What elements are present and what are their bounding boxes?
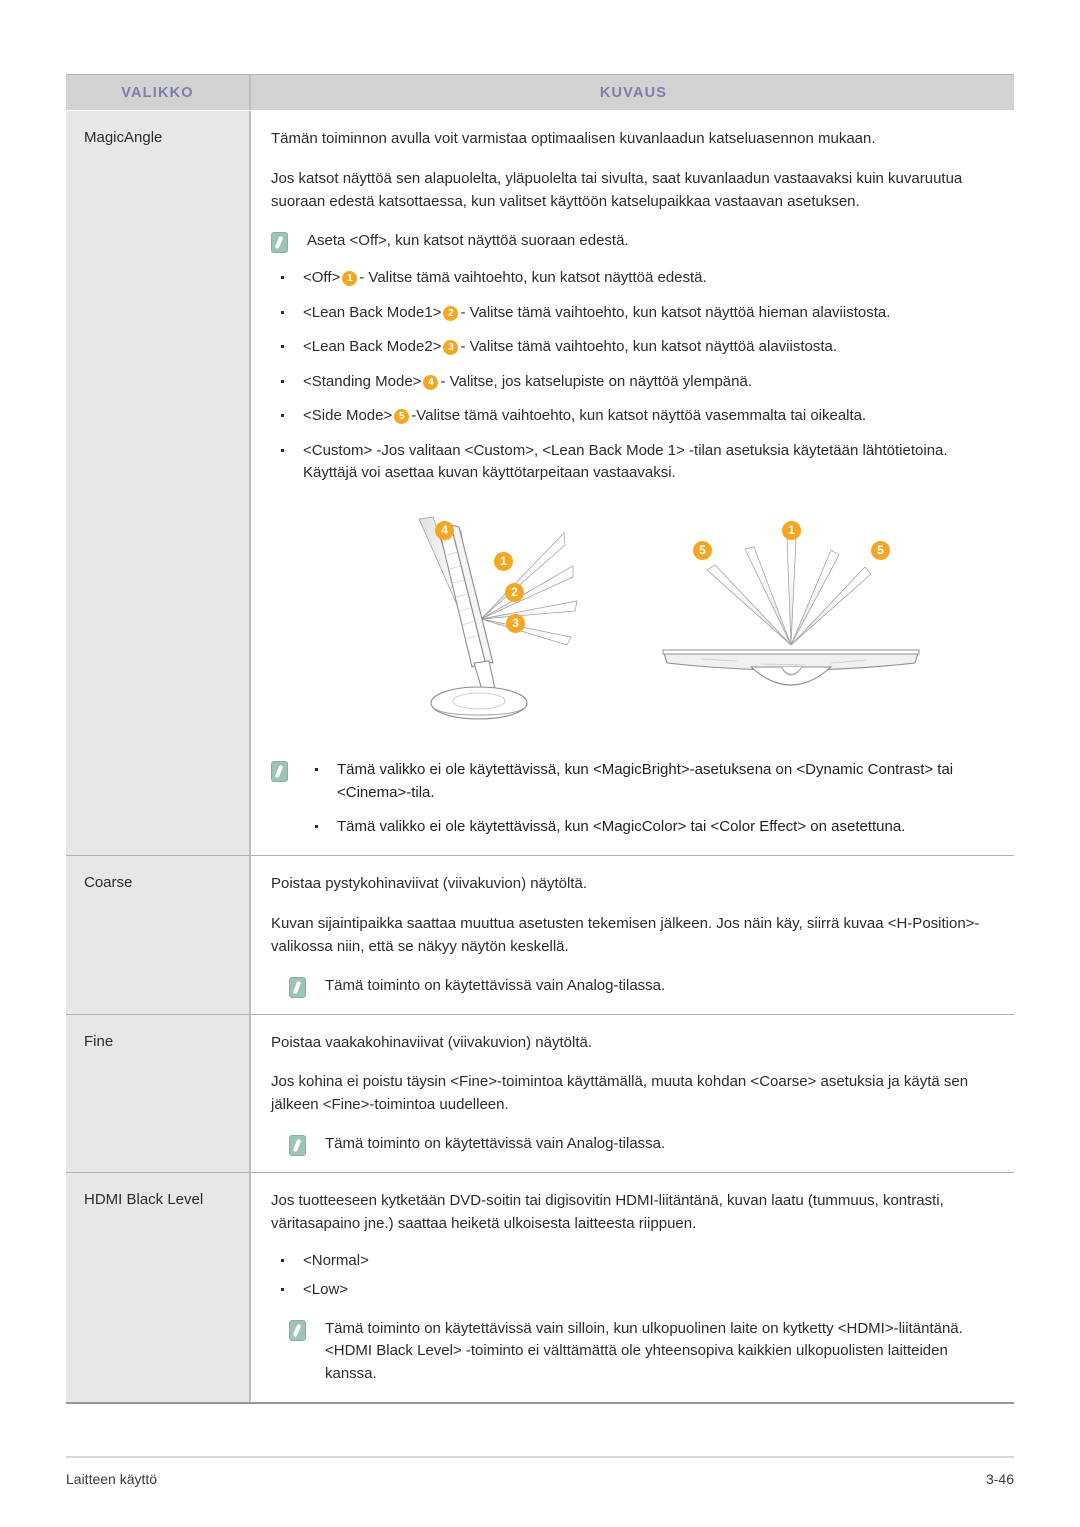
list-item: Tämä valikko ei ole käytettävissä, kun <… [307,816,996,839]
number-badge: 3 [443,340,459,356]
note-text: Tämä toiminto on käytettävissä vain Anal… [325,976,666,994]
monitor-side-view-illustration: 4 1 2 3 [389,511,639,736]
paragraph: Jos katsot näyttöä sen alapuolelta, yläp… [271,169,963,210]
footer-page-number: 3-46 [985,1471,1014,1487]
table-row: Fine Poistaa vaakakohinaviivat (viivakuv… [66,1014,1014,1174]
document-page: VALIKKO KUVAUS MagicAngle Tämän toiminno… [0,0,1080,1527]
illustration-badge-1: 1 [494,551,513,571]
note-text: Aseta <Off>, kun katsot näyttöä suoraan … [307,232,629,250]
option-text: - Valitse tämä vaihtoehto, kun katsot nä… [460,303,891,321]
note-icon [289,1135,306,1157]
note-text: Tämä toiminto on käytettävissä vain Anal… [325,1135,666,1153]
paragraph: Tämän toiminnon avulla voit varmistaa op… [271,130,876,147]
table-row: HDMI Black Level Jos tuotteeseen kytketä… [66,1173,1014,1403]
note-bullet-list: Tämä valikko ei ole käytettävissä, kun <… [307,759,996,839]
list-item: <Side Mode> 5 -Valitse tämä vaihtoehto, ku… [271,405,996,428]
list-item: <Off> 1- Valitse tämä vaihtoehto, kun kat… [271,267,996,290]
note-block: Tämä toiminto on käytettävissä vain sill… [289,1318,996,1386]
table-header-description-cell: KUVAUS [251,75,1014,110]
monitor-top-view-illustration: 5 1 5 [641,517,941,717]
number-badge: 1 [342,271,358,287]
menu-label: HDMI Black Level [84,1191,204,1209]
menu-cell-fine: Fine [66,1014,251,1173]
note-block: Tämä toiminto on käytettävissä vain Anal… [289,1133,996,1157]
option-text: -Jos valitaan <Custom>, <Lean Back Mode … [303,441,948,482]
option-name: <Lean Back Mode1> [303,303,442,321]
table-header-row: VALIKKO KUVAUS [66,75,1014,111]
menu-label: Coarse [84,874,133,892]
settings-table: VALIKKO KUVAUS MagicAngle Tämän toiminno… [66,74,1014,1405]
note-icon [289,1319,306,1341]
list-item: <Normal> [271,1250,996,1273]
illustration-badge-4: 4 [435,520,454,540]
list-item: <Lean Back Mode2> 3- Valitse tämä vaihtoe… [271,336,996,359]
note-icon [271,760,288,782]
option-name: <Lean Back Mode2> [303,338,442,356]
paragraph: Poistaa vaakakohinaviivat (viivakuvion) … [271,1033,592,1051]
description-cell-magicangle: Tämän toiminnon avulla voit varmistaa op… [251,111,1014,856]
option-name: <Side Mode> [303,407,393,425]
table-row: MagicAngle Tämän toiminnon avulla voit v… [66,111,1014,857]
magicangle-option-list: <Off> 1- Valitse tämä vaihtoehto, kun kat… [271,267,996,485]
menu-cell-magicangle: MagicAngle [66,111,251,856]
paragraph: Jos tuotteeseen kytketään DVD-soitin tai… [271,1192,944,1232]
column-header-description: KUVAUS [599,85,668,101]
hdmi-option-list: <Normal> <Low> [271,1250,996,1302]
illustration-badge-5-left: 5 [693,540,712,560]
description-cell-fine: Poistaa vaakakohinaviivat (viivakuvion) … [251,1014,1014,1173]
illustration-badge-2: 2 [505,582,524,602]
list-item: Tämä valikko ei ole käytettävissä, kun <… [307,759,996,805]
magicangle-illustration: 4 1 2 3 5 1 5 [271,511,996,743]
number-badge: 5 [394,409,410,425]
illustration-badge-5-right: 5 [871,540,890,560]
illustration-badge-3: 3 [506,613,525,633]
option-text: - Valitse tämä vaihtoehto, kun katsot nä… [359,269,707,287]
option-name: <Off> [303,269,341,287]
note-block-bottom: Tämä valikko ei ole käytettävissä, kun <… [271,759,996,839]
note-block: Tämä toiminto on käytettävissä vain Anal… [289,975,996,998]
option-text: -Valitse tämä vaihtoehto, kun katsot näy… [411,407,867,425]
option-name: <Custom> [303,441,373,459]
footer-section-title: Laitteen käyttö [66,1471,158,1487]
table-header-menu-cell: VALIKKO [66,75,251,110]
menu-label: MagicAngle [84,129,163,146]
number-badge: 4 [423,374,439,390]
list-item: <Standing Mode> 4- Valitse, jos katselupi… [271,371,996,394]
menu-cell-coarse: Coarse [66,856,251,1014]
column-header-menu: VALIKKO [121,85,194,101]
paragraph: Poistaa pystykohinaviivat (viivakuvion) … [271,875,587,893]
monitor-top-view-svg [662,538,920,686]
paragraph: Kuvan sijaintipaikka saattaa muuttua ase… [271,915,980,955]
note-icon [271,232,288,254]
description-cell-hdmi-black-level: Jos tuotteeseen kytketään DVD-soitin tai… [251,1173,1014,1403]
note-block-top: Aseta <Off>, kun katsot näyttöä suoraan … [271,230,996,254]
option-text: - Valitse tämä vaihtoehto, kun katsot nä… [460,338,838,356]
description-cell-coarse: Poistaa pystykohinaviivat (viivakuvion) … [251,856,1014,1014]
list-item: <Low> [271,1279,996,1302]
illustration-badge-1: 1 [782,520,801,540]
menu-label: Fine [84,1032,114,1050]
option-text: - Valitse, jos katselupiste on näyttöä y… [440,372,752,390]
number-badge: 2 [443,305,459,321]
paragraph: Jos kohina ei poistu täysin <Fine>-toimi… [271,1073,969,1114]
note-text: Tämä toiminto on käytettävissä vain sill… [325,1319,963,1383]
menu-cell-hdmi-black-level: HDMI Black Level [66,1173,251,1403]
list-item: <Custom> -Jos valitaan <Custom>, <Lean B… [271,440,996,485]
page-footer: Laitteen käyttö 3-46 [66,1456,1014,1487]
note-icon [289,976,306,998]
option-name: <Standing Mode> [303,372,422,390]
table-row: Coarse Poistaa pystykohinaviivat (viivak… [66,856,1014,1015]
list-item: <Lean Back Mode1> 2- Valitse tämä vaihtoe… [271,302,996,325]
